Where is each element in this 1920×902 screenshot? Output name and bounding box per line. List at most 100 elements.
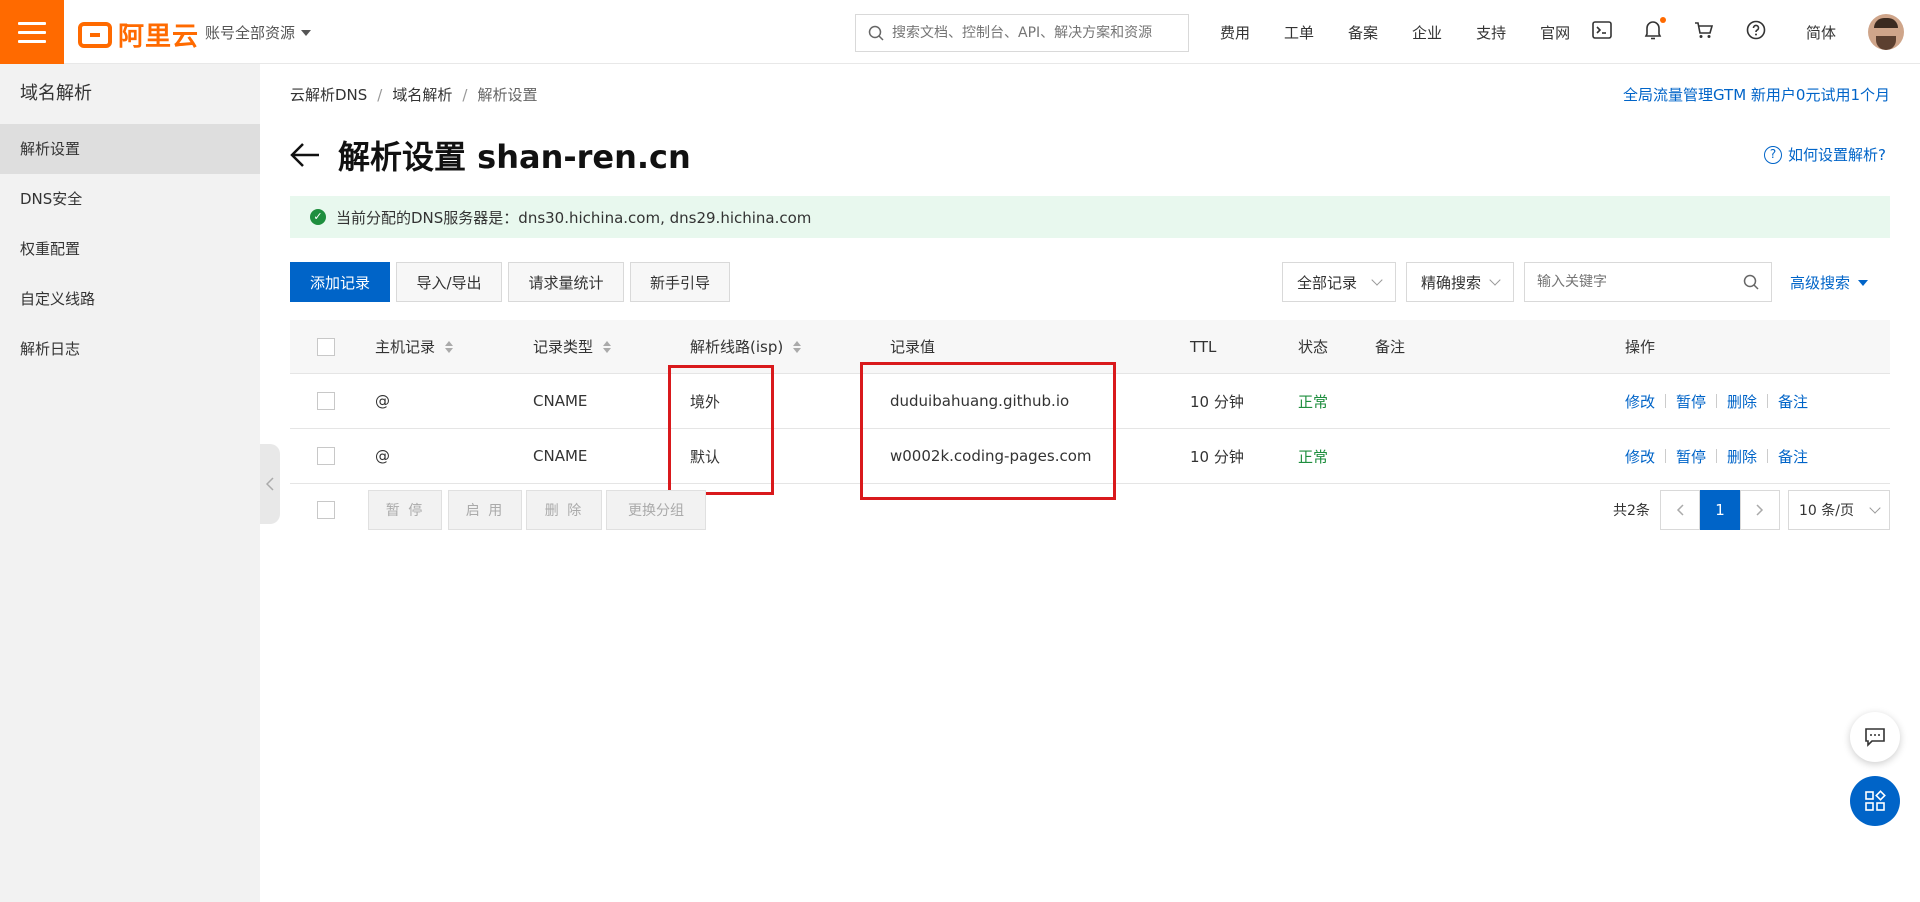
- import-export-button[interactable]: 导入/导出: [396, 262, 502, 302]
- select-all-checkbox[interactable]: [317, 337, 335, 356]
- header-type[interactable]: 记录类型: [533, 320, 612, 373]
- gtm-promo-link[interactable]: 全局流量管理GTM 新用户0元试用1个月: [1623, 84, 1890, 105]
- action-divider: [1716, 394, 1718, 408]
- records-table: 主机记录 记录类型 解析线路(isp) 记录值 TTL 状态 备注 操作 @ C…: [290, 320, 1890, 500]
- keyword-search[interactable]: [1524, 262, 1772, 302]
- request-stats-button[interactable]: 请求量统计: [508, 262, 624, 302]
- header-line-label: 解析线路(isp): [690, 338, 784, 356]
- chevron-down-icon: [1869, 502, 1881, 514]
- aliyun-logo[interactable]: 阿里云: [78, 16, 199, 53]
- search-mode-select[interactable]: 精确搜索: [1406, 262, 1514, 302]
- nav-support[interactable]: 支持: [1476, 22, 1506, 43]
- top-bar: 阿里云 账号全部资源 费用 工单 备案 企业 支持 官网 简体: [0, 0, 1920, 64]
- cell-host: @: [375, 447, 390, 465]
- row-checkbox[interactable]: [317, 392, 335, 410]
- chevron-right-icon: [1756, 504, 1764, 516]
- account-resources-dropdown[interactable]: 账号全部资源: [205, 22, 312, 43]
- breadcrumb-domain-dns[interactable]: 域名解析: [392, 84, 452, 105]
- cell-ttl: 10 分钟: [1190, 392, 1244, 411]
- search-icon[interactable]: [1743, 274, 1759, 290]
- select-all-checkbox-bottom[interactable]: [317, 501, 335, 519]
- how-to-setup-link[interactable]: ? 如何设置解析?: [1764, 144, 1886, 165]
- prev-page-button[interactable]: [1660, 490, 1700, 530]
- terminal-icon[interactable]: [1592, 21, 1612, 39]
- sort-icon: [603, 340, 612, 353]
- sidebar: 域名解析 解析设置 DNS安全 权重配置 自定义线路 解析日志: [0, 64, 260, 902]
- sidebar-item-dns-security[interactable]: DNS安全: [0, 174, 260, 224]
- cart-icon[interactable]: [1694, 21, 1714, 39]
- header-host-label: 主机记录: [375, 338, 436, 356]
- action-divider: [1716, 449, 1718, 463]
- page-size-select[interactable]: 10 条/页: [1788, 490, 1890, 530]
- pause-link[interactable]: 暂停: [1676, 391, 1706, 412]
- sidebar-item-dns-log[interactable]: 解析日志: [0, 324, 260, 374]
- global-search-input[interactable]: [892, 25, 1182, 41]
- row-actions: 修改 暂停 删除 备注: [1625, 429, 1808, 483]
- cell-status: 正常: [1298, 447, 1329, 466]
- user-avatar[interactable]: [1868, 14, 1904, 50]
- apps-float-button[interactable]: [1850, 776, 1900, 826]
- action-divider: [1767, 449, 1769, 463]
- header-actions: 操作: [1625, 320, 1655, 373]
- nav-fees[interactable]: 费用: [1220, 22, 1250, 43]
- cell-type: CNAME: [533, 447, 588, 465]
- remark-link[interactable]: 备注: [1778, 446, 1808, 467]
- header-host[interactable]: 主机记录: [375, 320, 454, 373]
- record-filter-value: 全部记录: [1297, 273, 1358, 292]
- nav-enterprise[interactable]: 企业: [1412, 22, 1442, 43]
- language-switch[interactable]: 简体: [1806, 22, 1836, 43]
- delete-link[interactable]: 删除: [1727, 391, 1757, 412]
- bulk-pause-button[interactable]: 暂 停: [368, 490, 442, 530]
- sidebar-collapse-handle[interactable]: [260, 444, 280, 524]
- bulk-enable-button[interactable]: 启 用: [448, 490, 522, 530]
- delete-link[interactable]: 删除: [1727, 446, 1757, 467]
- breadcrumb-separator: /: [377, 85, 383, 104]
- breadcrumb-separator: /: [462, 85, 468, 104]
- sidebar-item-custom-line[interactable]: 自定义线路: [0, 274, 260, 324]
- action-divider: [1665, 449, 1667, 463]
- logo-mark-icon: [78, 21, 112, 48]
- nav-website[interactable]: 官网: [1540, 22, 1570, 43]
- search-mode-value: 精确搜索: [1421, 273, 1482, 292]
- top-nav: 费用 工单 备案 企业 支持 官网: [1220, 0, 1604, 64]
- edit-link[interactable]: 修改: [1625, 446, 1655, 467]
- row-checkbox[interactable]: [317, 447, 335, 465]
- table-footer: 暂 停 启 用 删 除 更换分组 共2条 1 10 条/页: [290, 490, 1890, 534]
- breadcrumb: 云解析DNS / 域名解析 / 解析设置: [290, 84, 537, 105]
- notification-dot: [1660, 17, 1666, 23]
- caret-down-icon: [301, 29, 312, 36]
- beginner-guide-button[interactable]: 新手引导: [630, 262, 730, 302]
- global-search[interactable]: [855, 14, 1189, 52]
- help-circle-icon[interactable]: [1746, 20, 1766, 40]
- record-filter-select[interactable]: 全部记录: [1282, 262, 1396, 302]
- action-divider: [1767, 394, 1769, 408]
- pause-link[interactable]: 暂停: [1676, 446, 1706, 467]
- page-number[interactable]: 1: [1700, 490, 1740, 530]
- nav-icp[interactable]: 备案: [1348, 22, 1378, 43]
- back-arrow-icon[interactable]: [290, 142, 320, 168]
- keyword-input[interactable]: [1537, 274, 1727, 290]
- next-page-button[interactable]: [1740, 490, 1780, 530]
- chat-icon: [1865, 728, 1885, 747]
- advanced-search-label: 高级搜索: [1790, 274, 1851, 292]
- bell-icon[interactable]: [1644, 17, 1666, 40]
- page-header: 解析设置 shan-ren.cn: [290, 132, 691, 178]
- cell-host: @: [375, 392, 390, 410]
- remark-link[interactable]: 备注: [1778, 391, 1808, 412]
- page-size-value: 10 条/页: [1799, 503, 1854, 519]
- sidebar-item-dns-settings[interactable]: 解析设置: [0, 124, 260, 174]
- nav-tickets[interactable]: 工单: [1284, 22, 1314, 43]
- question-icon: ?: [1764, 145, 1783, 164]
- advanced-search-toggle[interactable]: 高级搜索: [1790, 272, 1869, 293]
- highlight-box-line: [668, 365, 774, 495]
- sidebar-item-weight-config[interactable]: 权重配置: [0, 224, 260, 274]
- breadcrumb-cloud-dns[interactable]: 云解析DNS: [290, 84, 367, 105]
- menu-icon[interactable]: [0, 0, 64, 64]
- chevron-down-icon: [1489, 274, 1501, 286]
- header-value-label: 记录值: [890, 338, 936, 356]
- edit-link[interactable]: 修改: [1625, 391, 1655, 412]
- bulk-delete-button[interactable]: 删 除: [526, 490, 602, 530]
- chat-float-button[interactable]: [1850, 712, 1900, 762]
- bulk-change-group-button[interactable]: 更换分组: [606, 490, 706, 530]
- add-record-button[interactable]: 添加记录: [290, 262, 390, 302]
